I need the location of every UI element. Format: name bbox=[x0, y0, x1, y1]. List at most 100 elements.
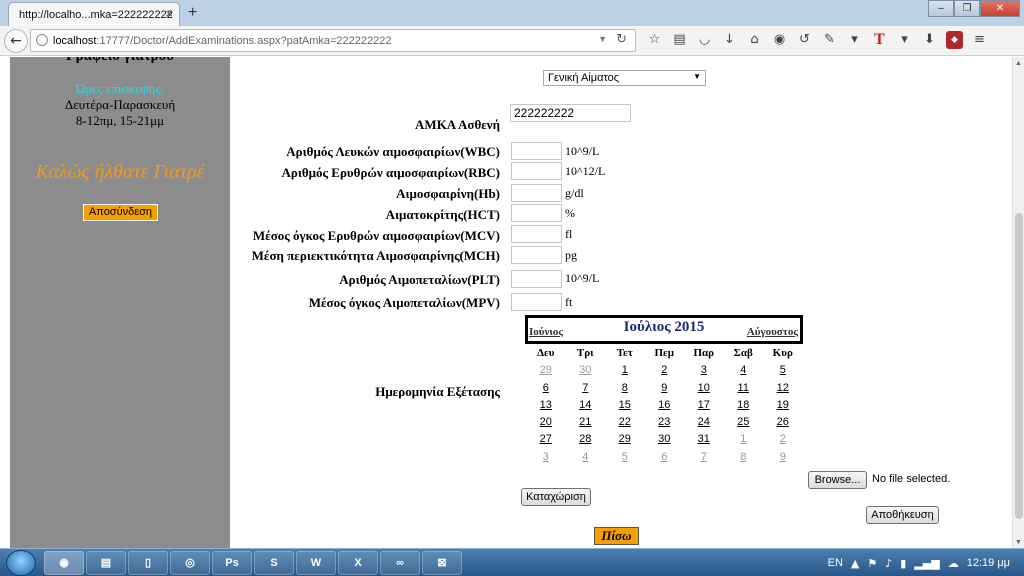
page-scrollbar[interactable]: ▲ ▼ bbox=[1012, 57, 1024, 548]
calendar-day[interactable]: 19 bbox=[763, 399, 803, 416]
taskbar-app-vs-icon[interactable]: ∞ bbox=[380, 551, 420, 575]
close-window-button[interactable]: ✕ bbox=[980, 0, 1020, 17]
dropdown-icon[interactable]: ▾ bbox=[896, 31, 913, 49]
minimize-button[interactable]: ‒ bbox=[928, 0, 954, 17]
tray-expand-icon[interactable]: ▲ bbox=[851, 557, 859, 570]
calendar-day[interactable]: 1 bbox=[605, 364, 645, 381]
taskbar-app-ps-icon[interactable]: Ps bbox=[212, 551, 252, 575]
scroll-thumb[interactable] bbox=[1015, 213, 1023, 519]
calendar-day[interactable]: 12 bbox=[763, 382, 803, 399]
calendar-day[interactable]: 15 bbox=[605, 399, 645, 416]
calendar-day[interactable]: 9 bbox=[645, 382, 685, 399]
url-dropdown-icon[interactable]: ▼ bbox=[598, 34, 607, 44]
translate-t-icon[interactable]: T bbox=[871, 31, 888, 49]
taskbar-app-skype-icon[interactable]: S bbox=[254, 551, 294, 575]
calendar-day[interactable]: 28 bbox=[566, 433, 606, 450]
volume-icon[interactable]: ♪ bbox=[885, 557, 892, 570]
cloud-icon[interactable]: ☁ bbox=[948, 557, 959, 570]
menu-icon[interactable]: ≡ bbox=[971, 31, 988, 49]
start-button[interactable] bbox=[6, 550, 36, 576]
hct-input[interactable] bbox=[511, 204, 562, 222]
dropdown-icon[interactable]: ▾ bbox=[846, 31, 863, 49]
addon-icon[interactable]: ✎ bbox=[821, 31, 838, 49]
calendar-day[interactable]: 6 bbox=[645, 451, 685, 468]
taskbar-app-notepad-icon[interactable]: ▯ bbox=[128, 551, 168, 575]
network-icon[interactable]: ▂▄▆ bbox=[914, 557, 939, 570]
register-button[interactable]: Καταχώριση bbox=[521, 488, 591, 506]
calendar-day[interactable]: 9 bbox=[763, 451, 803, 468]
download-icon[interactable]: ↓ bbox=[721, 31, 738, 49]
calendar-day[interactable]: 30 bbox=[645, 433, 685, 450]
taskbar-app-chrome-icon[interactable]: ◎ bbox=[170, 551, 210, 575]
calendar-day[interactable]: 6 bbox=[526, 382, 566, 399]
calendar-day[interactable]: 29 bbox=[605, 433, 645, 450]
url-bar[interactable]: localhost:17777/Doctor/AddExaminations.a… bbox=[30, 29, 636, 52]
calendar-day[interactable]: 11 bbox=[724, 382, 764, 399]
calendar-day[interactable]: 25 bbox=[724, 416, 764, 433]
calendar-day[interactable]: 17 bbox=[684, 399, 724, 416]
taskbar-app-x-icon[interactable]: X bbox=[338, 551, 378, 575]
mch-input[interactable] bbox=[511, 246, 562, 264]
sync-icon[interactable]: ↺ bbox=[796, 31, 813, 49]
battery-icon[interactable]: ▮ bbox=[900, 557, 906, 570]
calendar-day[interactable]: 20 bbox=[526, 416, 566, 433]
scroll-up-icon[interactable]: ▲ bbox=[1015, 59, 1022, 67]
mpv-input[interactable] bbox=[511, 293, 562, 311]
calendar-day[interactable]: 8 bbox=[724, 451, 764, 468]
calendar-day[interactable]: 7 bbox=[684, 451, 724, 468]
close-tab-icon[interactable]: × bbox=[165, 6, 173, 21]
scroll-down-icon[interactable]: ▼ bbox=[1015, 538, 1022, 546]
calendar-day[interactable]: 5 bbox=[763, 364, 803, 381]
calendar-day[interactable]: 23 bbox=[645, 416, 685, 433]
bookmark-star-icon[interactable]: ☆ bbox=[646, 31, 663, 49]
calendar-day[interactable]: 1 bbox=[724, 433, 764, 450]
calendar-day[interactable]: 3 bbox=[526, 451, 566, 468]
calendar-prev-month[interactable]: Ιούνιος bbox=[529, 326, 563, 338]
calendar-day[interactable]: 29 bbox=[526, 364, 566, 381]
hb-input[interactable] bbox=[511, 184, 562, 202]
calendar-day[interactable]: 13 bbox=[526, 399, 566, 416]
new-tab-button[interactable]: + bbox=[188, 4, 197, 22]
calendar-day[interactable]: 22 bbox=[605, 416, 645, 433]
calendar-day[interactable]: 8 bbox=[605, 382, 645, 399]
calendar-day[interactable]: 2 bbox=[763, 433, 803, 450]
browser-tab[interactable]: http://localho...mka=222222222 × bbox=[8, 2, 180, 26]
calendar-day[interactable]: 30 bbox=[566, 364, 606, 381]
pocket-icon[interactable]: ◡ bbox=[696, 31, 713, 49]
calendar-next-month[interactable]: Αύγουστος bbox=[747, 326, 798, 338]
calendar-day[interactable]: 7 bbox=[566, 382, 606, 399]
amka-input[interactable] bbox=[510, 104, 631, 122]
ublock-shield-icon[interactable]: ◆ bbox=[946, 31, 963, 49]
calendar-day[interactable]: 4 bbox=[566, 451, 606, 468]
back-arrow-icon[interactable]: ← bbox=[4, 29, 28, 53]
calendar-day[interactable]: 4 bbox=[724, 364, 764, 381]
calendar-day[interactable]: 10 bbox=[684, 382, 724, 399]
reload-icon[interactable]: ↻ bbox=[616, 32, 627, 47]
download-helper-icon[interactable]: ⬇ bbox=[921, 31, 938, 49]
taskbar-app-xampp-icon[interactable]: ⊠ bbox=[422, 551, 462, 575]
back-button[interactable]: Πίσω bbox=[594, 527, 639, 545]
language-indicator[interactable]: EN bbox=[828, 557, 843, 569]
calendar-day[interactable]: 27 bbox=[526, 433, 566, 450]
chat-icon[interactable]: ◉ bbox=[771, 31, 788, 49]
calendar-day[interactable]: 26 bbox=[763, 416, 803, 433]
reading-list-icon[interactable]: ▤ bbox=[671, 31, 688, 49]
save-button[interactable]: Αποθήκευση bbox=[866, 506, 939, 524]
calendar-day[interactable]: 5 bbox=[605, 451, 645, 468]
calendar-day[interactable]: 18 bbox=[724, 399, 764, 416]
logout-button[interactable]: Αποσύνδεση bbox=[83, 204, 158, 221]
clock[interactable]: 12:19 μμ bbox=[967, 557, 1010, 569]
calendar-day[interactable]: 2 bbox=[645, 364, 685, 381]
calendar-day[interactable]: 14 bbox=[566, 399, 606, 416]
calendar-day[interactable]: 3 bbox=[684, 364, 724, 381]
exam-type-select[interactable]: Γενική Αίματος ▼ bbox=[543, 70, 706, 86]
calendar-day[interactable]: 16 bbox=[645, 399, 685, 416]
home-icon[interactable]: ⌂ bbox=[746, 31, 763, 49]
taskbar-app-firefox-icon[interactable]: ◉ bbox=[44, 551, 84, 575]
maximize-button[interactable]: ❐ bbox=[954, 0, 980, 17]
browse-button[interactable]: Browse... bbox=[808, 471, 867, 489]
plt-input[interactable] bbox=[511, 270, 562, 288]
rbc-input[interactable] bbox=[511, 162, 562, 180]
taskbar-app-explorer-icon[interactable]: ▤ bbox=[86, 551, 126, 575]
mcv-input[interactable] bbox=[511, 225, 562, 243]
